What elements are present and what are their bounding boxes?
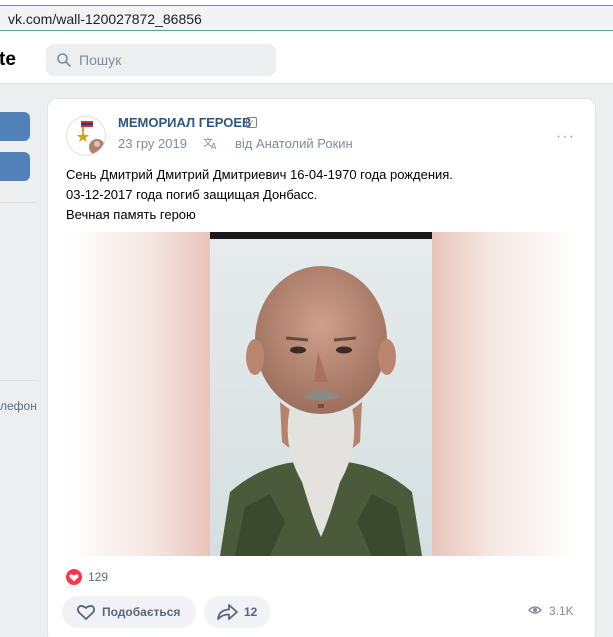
verified-icon: ✓: [246, 117, 257, 128]
like-button[interactable]: Подобається: [62, 596, 196, 628]
svg-text:A: A: [211, 142, 217, 150]
date-text[interactable]: 23 гру 2019: [118, 136, 187, 151]
portrait-photo[interactable]: [210, 232, 432, 556]
sidebar-divider: [0, 202, 36, 203]
likes-count: 129: [88, 570, 109, 584]
post-text-line: Вечная память герою: [66, 207, 196, 222]
heart-icon: [76, 605, 96, 621]
sidebar-button-2[interactable]: [0, 152, 30, 181]
post-text-line: Сень Дмитрий Дмитрий Дмитриевич 16-04-19…: [66, 167, 453, 182]
photo-blur-right: [432, 232, 576, 556]
sidebar-button-1[interactable]: [0, 112, 30, 141]
sidebar-divider: [0, 380, 36, 381]
share-button[interactable]: 12: [204, 596, 270, 628]
portrait-image: [210, 239, 432, 556]
like-button-label: Подобається: [102, 605, 181, 619]
share-count: 12: [244, 605, 258, 619]
address-bar[interactable]: vk.com/wall-120027872_86856: [0, 5, 613, 31]
search-placeholder: Пошук: [79, 52, 122, 68]
search-icon: [57, 53, 71, 67]
post-text-line: 03-12-2017 года погиб защищая Донбасс.: [66, 187, 318, 202]
photo-border: [210, 232, 432, 239]
browser-bar: vk.com/wall-120027872_86856: [0, 0, 613, 36]
search-input[interactable]: Пошук: [46, 44, 276, 76]
group-name-link[interactable]: МЕМОРИАЛ ГЕРОЕВ: [118, 115, 251, 130]
author-link[interactable]: від Анатолий Рокин: [235, 136, 353, 151]
views-count: 3.1K: [549, 604, 574, 618]
post-text: Сень Дмитрий Дмитрий Дмитриевич 16-04-19…: [66, 165, 453, 225]
url-text[interactable]: vk.com/wall-120027872_86856: [8, 11, 202, 27]
medal-icon: [77, 121, 105, 155]
site-header: te Пошук: [0, 36, 613, 84]
avatar[interactable]: [66, 116, 106, 156]
post-photo-container[interactable]: [66, 232, 576, 556]
eye-icon: [528, 606, 542, 614]
translate-icon[interactable]: 文 A: [203, 136, 219, 150]
heart-icon: [66, 569, 82, 585]
post-date[interactable]: 23 гру 2019: [118, 136, 195, 151]
share-icon: [217, 604, 238, 620]
more-icon[interactable]: ···: [556, 128, 575, 146]
photo-blur-left: [66, 232, 210, 556]
sidebar-item-label[interactable]: лефон: [0, 399, 37, 413]
site-logo[interactable]: te: [0, 49, 16, 71]
